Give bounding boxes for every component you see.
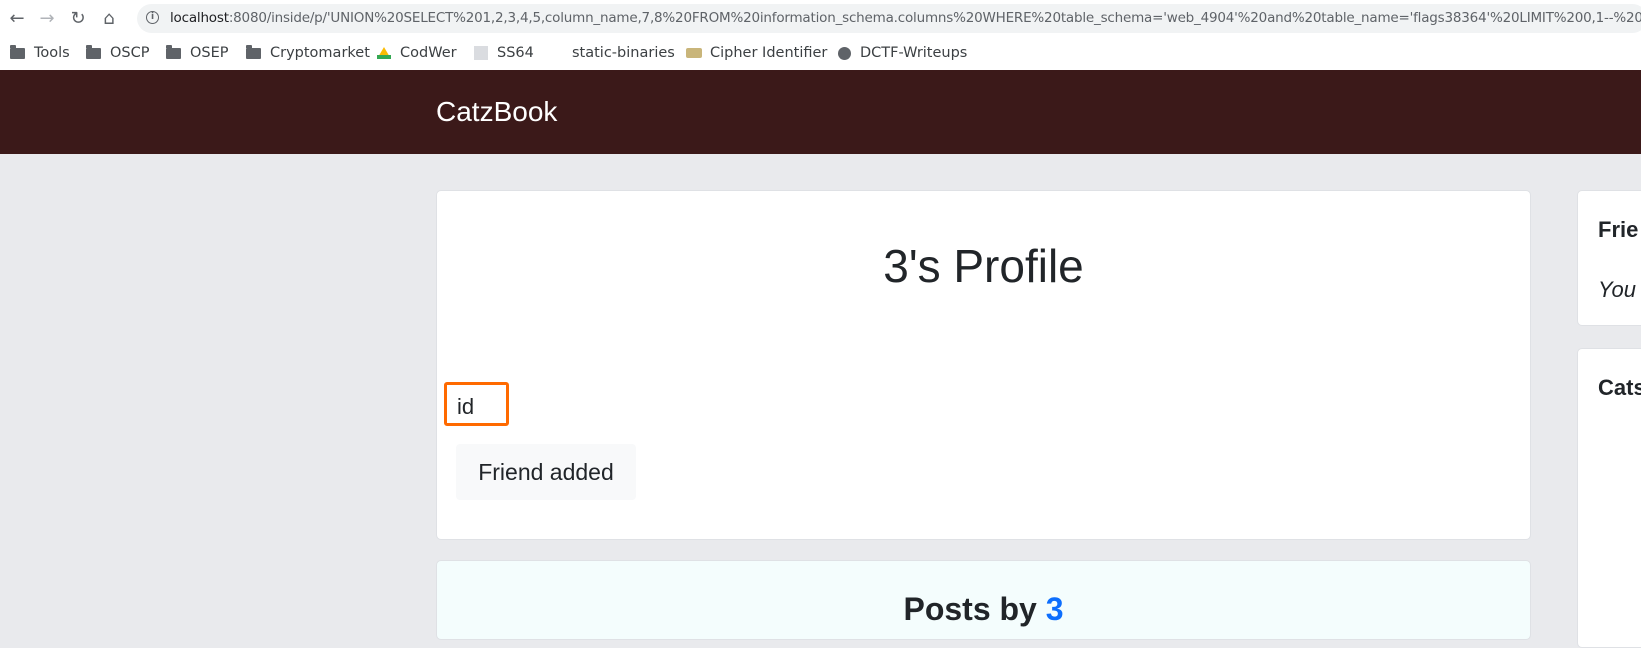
bookmark-label: Tools <box>34 45 70 61</box>
brand-link[interactable]: CatzBook <box>436 96 557 128</box>
browser-chrome: ← → ↻ ⌂ i localhost:8080/inside/p/'UNION… <box>0 0 1641 70</box>
page-icon <box>474 46 488 60</box>
bookmark-oscp[interactable]: OSCP <box>86 41 150 65</box>
cats-heading: Cats <box>1598 375 1641 400</box>
site-navbar: CatzBook <box>0 70 1641 154</box>
friends-heading: Frie <box>1598 217 1639 242</box>
bookmark-label: CodWer <box>400 45 457 61</box>
bookmark-cryptomarket[interactable]: Cryptomarket <box>246 41 370 65</box>
forward-icon[interactable]: → <box>36 7 58 29</box>
bookmark-tools[interactable]: Tools <box>10 41 70 65</box>
profile-card: 3's Profile id Friend added <box>436 190 1531 540</box>
bookmark-label: SS64 <box>497 45 534 61</box>
folder-icon <box>166 44 181 59</box>
url-text[interactable]: localhost:8080/inside/p/'UNION%20SELECT%… <box>170 10 1641 26</box>
bookmark-cipher-identifier[interactable]: Cipher Identifier <box>686 41 827 65</box>
bookmark-label: Cipher Identifier <box>710 45 828 61</box>
posts-heading-prefix: Posts by <box>903 591 1046 627</box>
folder-icon <box>246 44 261 59</box>
google-drive-icon <box>377 47 391 59</box>
bookmarks-bar: Tools OSCP OSEP Cryptomarket CodWer SS64… <box>0 37 1641 70</box>
browser-toolbar: ← → ↻ ⌂ i localhost:8080/inside/p/'UNION… <box>0 0 1641 37</box>
folder-icon <box>86 44 101 59</box>
reload-icon[interactable]: ↻ <box>67 7 89 29</box>
bookmark-label: OSCP <box>110 45 150 61</box>
profile-id-text: id <box>457 394 475 419</box>
author-link[interactable]: 3 <box>1046 591 1064 627</box>
friend-added-button[interactable]: Friend added <box>456 444 636 500</box>
url-path: :8080/inside/p/'UNION%20SELECT%201,2,3,4… <box>228 10 1641 26</box>
bookmark-label: Cryptomarket <box>270 45 370 61</box>
highlight-box <box>444 382 509 426</box>
address-bar[interactable]: i localhost:8080/inside/p/'UNION%20SELEC… <box>137 4 1641 33</box>
url-host: localhost <box>170 10 229 26</box>
posts-heading: Posts by 3 <box>437 591 1530 628</box>
cipher-icon <box>686 48 702 58</box>
friends-text: You <box>1598 277 1636 302</box>
bookmark-osep[interactable]: OSEP <box>166 41 229 65</box>
bookmark-ss64[interactable]: SS64 <box>474 41 534 65</box>
bookmark-label: OSEP <box>190 45 229 61</box>
profile-title: 3's Profile <box>883 240 1084 292</box>
bookmark-static-binaries[interactable]: static-binaries <box>572 41 675 65</box>
bookmark-label: DCTF-Writeups <box>860 45 968 61</box>
folder-icon <box>10 44 25 59</box>
info-icon[interactable]: i <box>146 11 159 24</box>
bookmark-dctf-writeups[interactable]: DCTF-Writeups <box>838 41 967 65</box>
bookmark-label: static-binaries <box>572 45 675 61</box>
cats-card: Cats <box>1577 348 1641 648</box>
friends-card: Frie You <box>1577 190 1641 326</box>
globe-icon <box>838 46 851 60</box>
posts-card: Posts by 3 <box>436 560 1531 640</box>
bookmark-codwer[interactable]: CodWer <box>377 41 457 65</box>
home-icon[interactable]: ⌂ <box>98 7 120 29</box>
back-icon[interactable]: ← <box>6 7 28 29</box>
